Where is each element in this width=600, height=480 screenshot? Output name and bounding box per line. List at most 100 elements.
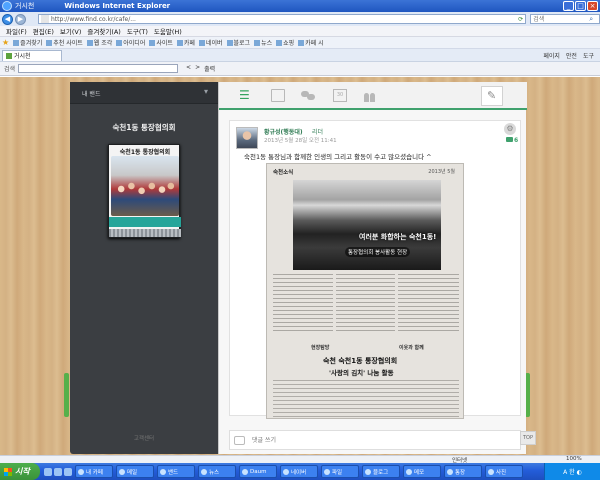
toolbar-label: 검색 <box>4 66 16 73</box>
feed-post: ⚙ 황규성(행동대) 리더 2013년 5월 28일 오전 11:41 6 숙천… <box>229 120 521 419</box>
favorites-item[interactable]: 아이디어 <box>116 38 145 47</box>
gear-icon[interactable]: ⚙ <box>504 123 516 135</box>
compose-icon[interactable] <box>481 86 503 106</box>
favorites-item[interactable]: 웹 조각 <box>86 38 112 47</box>
favorites-star-icon[interactable]: ★ <box>2 38 9 47</box>
quick-launch-icon[interactable] <box>44 467 52 476</box>
post-author[interactable]: 황규성(행동대) <box>264 127 303 136</box>
command-page[interactable]: 페이지 <box>543 51 560 60</box>
taskbar-item[interactable]: 메일 <box>116 465 154 478</box>
system-tray[interactable]: A 한 ◐ <box>544 463 600 480</box>
comment-input[interactable] <box>252 435 512 446</box>
taskbar-item[interactable]: Daum <box>239 465 277 478</box>
taskbar-item[interactable]: 뉴스 <box>198 465 236 478</box>
taskbar-item[interactable]: 사진 <box>485 465 523 478</box>
favorites-item[interactable]: 추천 사이트 <box>46 38 83 47</box>
toolbar-search: 검색 < > 출력 <box>0 62 600 76</box>
band-sidebar: 내 밴드 ▾ 숙천1동 통장협의회 숙천1동 통장협의회 고객센터 <box>70 82 218 454</box>
cover-title: 숙천1동 통장협의회 <box>119 149 171 156</box>
command-tools[interactable]: 도구 <box>583 51 594 60</box>
menu-view[interactable]: 보기(V) <box>60 26 81 36</box>
quick-launch-icon[interactable] <box>64 467 72 476</box>
page-icon <box>40 15 49 23</box>
favorites-item[interactable]: 즐겨찾기 <box>13 38 42 47</box>
search-box[interactable]: ⌕ <box>530 14 600 24</box>
favorites-item[interactable]: 카페 <box>176 38 195 47</box>
members-icon[interactable] <box>363 89 377 102</box>
address-bar: ◀ ▶ ⟳ ⌕ <box>0 12 600 26</box>
sidebar-footer[interactable]: 고객센터 <box>70 434 218 442</box>
clipping-subheadline: 통장협의회 봉사활동 현장 <box>345 247 411 257</box>
clipping-section-label: 이웃과 함께 <box>399 345 424 351</box>
favorites-item[interactable]: 뉴스 <box>254 38 272 47</box>
address-field[interactable]: ⟳ <box>37 14 527 24</box>
forward-button[interactable]: ▶ <box>14 13 26 25</box>
maximize-button[interactable]: □ <box>575 1 586 11</box>
band-cover[interactable]: 숙천1동 통장협의회 <box>108 144 181 238</box>
menu-file[interactable]: 파일(F) <box>6 26 27 36</box>
list-icon[interactable]: ☰ <box>239 89 253 102</box>
clipping-text-columns <box>273 274 459 334</box>
toolbar-input[interactable] <box>18 64 179 73</box>
search-icon[interactable]: ⌕ <box>589 15 593 24</box>
menu-tools[interactable]: 도구(T) <box>127 26 148 36</box>
command-safety[interactable]: 안전 <box>566 51 577 60</box>
toolbar-next-button[interactable]: > <box>195 64 200 73</box>
taskbar-item[interactable]: 메모 <box>403 465 441 478</box>
clipping-text-columns <box>273 380 459 418</box>
quick-launch <box>44 467 72 476</box>
close-button[interactable]: × <box>587 1 598 11</box>
scroll-top-button[interactable]: TOP <box>520 431 536 445</box>
menu-help[interactable]: 도움말(H) <box>154 26 182 36</box>
newspaper-clipping-image[interactable]: 숙천소식 2013년 5월 여러분 화합하는 숙천1동! 통장협의회 봉사활동 … <box>266 163 464 419</box>
window-tab-text: 거시천 <box>15 2 35 10</box>
taskbar-item[interactable]: 파일 <box>321 465 359 478</box>
taskbar-item[interactable]: 밴드 <box>157 465 195 478</box>
search-input[interactable] <box>531 15 590 23</box>
toolbar-print-button[interactable]: 출력 <box>204 64 215 73</box>
clipping-section-label: 현장탐방 <box>311 345 330 351</box>
chat-icon[interactable] <box>301 89 315 102</box>
taskbar-item[interactable]: 블로그 <box>362 465 400 478</box>
url-input[interactable] <box>50 15 491 23</box>
link-icon <box>276 39 283 46</box>
cover-photo <box>111 156 179 216</box>
clipping-article-title: '사랑의 김치' 나눔 활동 <box>329 369 394 377</box>
windows-logo-icon <box>4 467 12 476</box>
window-icon <box>119 468 125 475</box>
taskbar-item[interactable]: 네이버 <box>280 465 318 478</box>
taskbar: 시작 내 카페 메일 밴드 뉴스 Daum 네이버 파일 블로그 메모 통장 사… <box>0 463 600 480</box>
favorites-item[interactable]: 네이버 <box>198 38 223 47</box>
favorites-item[interactable]: 사이트 <box>149 38 173 47</box>
window-controls: _ □ × <box>563 1 598 11</box>
menu-favorites[interactable]: 즐겨찾기(A) <box>87 26 120 36</box>
camera-icon[interactable] <box>234 436 245 445</box>
start-button[interactable]: 시작 <box>0 463 40 480</box>
favorites-item[interactable]: 카페 시 <box>298 38 324 47</box>
minimize-button[interactable]: _ <box>563 1 574 11</box>
taskbar-item[interactable]: 내 카페 <box>75 465 113 478</box>
sidebar-header[interactable]: 내 밴드 ▾ <box>70 82 218 104</box>
window-icon <box>160 468 166 475</box>
comment-count[interactable]: 6 <box>506 137 518 144</box>
author-rank: 리더 <box>312 129 324 136</box>
quick-launch-icon[interactable] <box>54 467 62 476</box>
toolbar-prev-button[interactable]: < <box>186 64 191 73</box>
tab-active[interactable]: 거시천 <box>2 49 62 61</box>
image-icon[interactable] <box>271 89 285 102</box>
link-icon <box>176 39 183 46</box>
menu-edit[interactable]: 편집(E) <box>33 26 54 36</box>
prev-page-tab[interactable] <box>64 373 69 417</box>
avatar[interactable] <box>236 127 258 149</box>
menu-bar: 파일(F) 편집(E) 보기(V) 즐겨찾기(A) 도구(T) 도움말(H) <box>0 26 600 37</box>
refresh-icon[interactable]: ⟳ <box>518 16 523 23</box>
back-button[interactable]: ◀ <box>2 13 13 25</box>
clipping-headline: 여러분 화합하는 숙천1동! <box>359 233 437 241</box>
calendar-icon[interactable]: 30 <box>333 89 347 102</box>
zoom-level[interactable]: 100% <box>566 456 582 462</box>
window-title-bar: 거시천 Windows Internet Explorer _ □ × <box>0 0 600 12</box>
chevron-down-icon[interactable]: ▾ <box>204 87 208 96</box>
favorites-item[interactable]: 블로그 <box>226 38 250 47</box>
favorites-item[interactable]: 쇼핑 <box>276 38 294 47</box>
taskbar-item[interactable]: 통장 <box>444 465 482 478</box>
